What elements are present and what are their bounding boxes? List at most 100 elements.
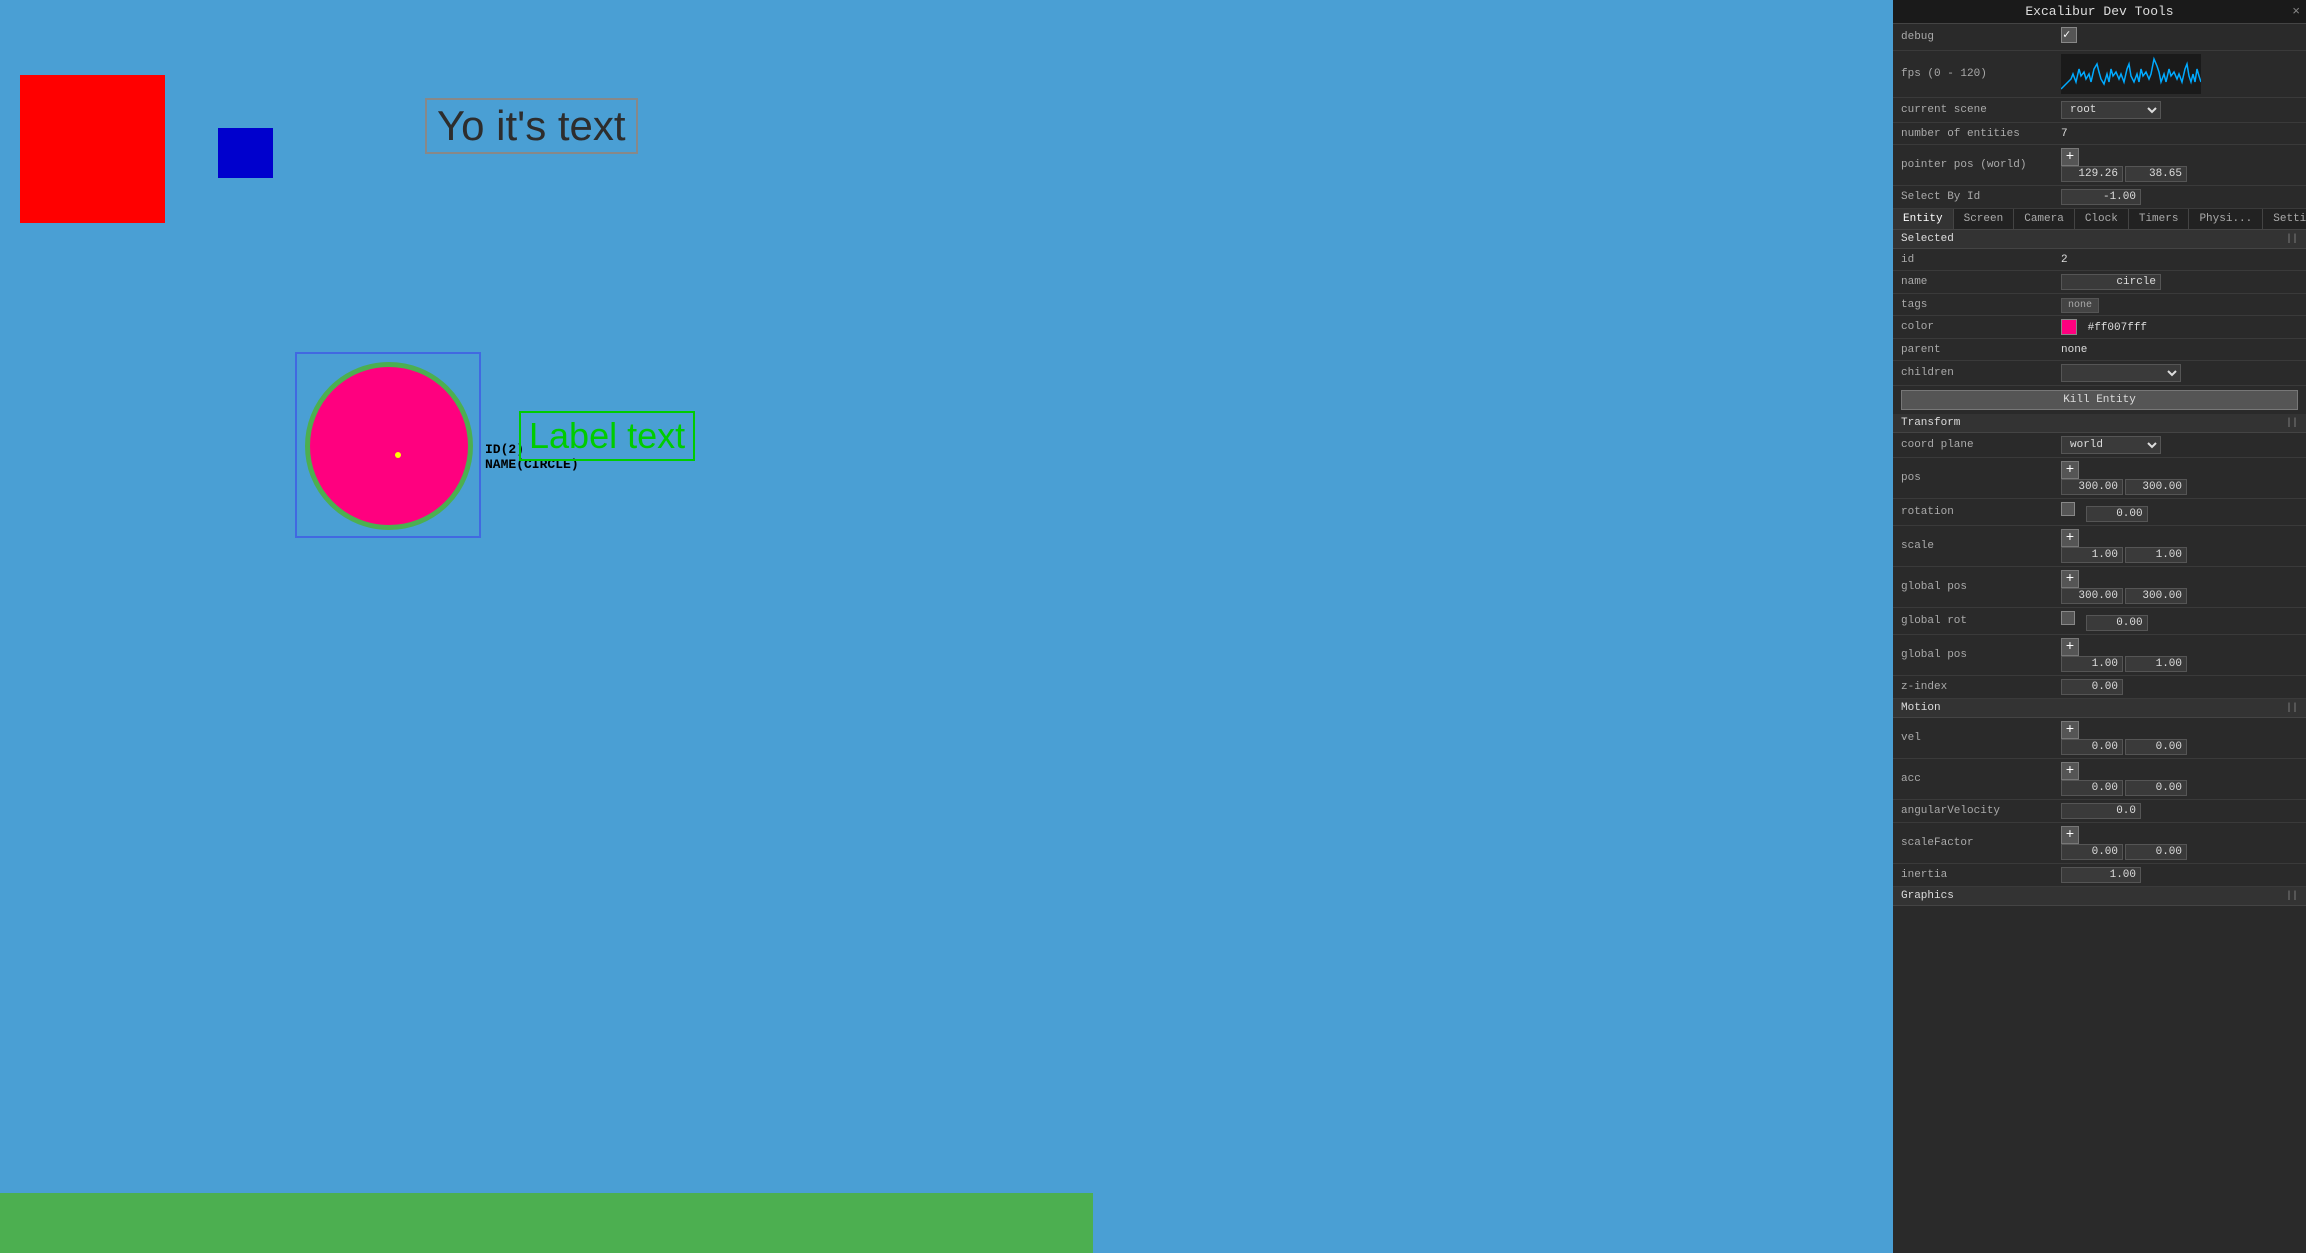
global-rot-square-icon — [2061, 611, 2075, 625]
z-index-field[interactable] — [2061, 679, 2123, 695]
num-entities-label: number of entities — [1901, 128, 2061, 140]
pos-label: pos — [1901, 472, 2061, 484]
debug-check-icon[interactable] — [2061, 27, 2077, 43]
coord-plane-dropdown[interactable]: world — [2061, 436, 2161, 454]
scale-y-field[interactable] — [2125, 547, 2187, 563]
children-dropdown[interactable] — [2061, 364, 2181, 382]
acc-y-field[interactable] — [2125, 780, 2187, 796]
coord-plane-row: coord plane world — [1893, 433, 2306, 458]
motion-collapse-icon[interactable]: || — [2286, 703, 2298, 714]
debug-checkbox[interactable] — [2061, 27, 2298, 47]
z-index-label: z-index — [1901, 681, 2061, 693]
scale-factor-plus-icon[interactable]: + — [2061, 826, 2079, 844]
tab-timers[interactable]: Timers — [2129, 209, 2190, 229]
transform-section-header: Transform || — [1893, 414, 2306, 433]
global-pos-y-field[interactable] — [2125, 588, 2187, 604]
current-scene-dropdown[interactable]: root — [2061, 101, 2161, 119]
coord-plane-label: coord plane — [1901, 439, 2061, 451]
tab-clock[interactable]: Clock — [2075, 209, 2129, 229]
inertia-field[interactable] — [2061, 867, 2141, 883]
scale-factor-y-field[interactable] — [2125, 844, 2187, 860]
label-text-entity: Label text — [519, 411, 695, 461]
current-scene-value: root — [2061, 101, 2298, 119]
scale-factor-values: + — [2061, 826, 2298, 860]
global-pos2-x-field[interactable] — [2061, 656, 2123, 672]
entity-parent-value: none — [2061, 344, 2298, 356]
tab-camera[interactable]: Camera — [2014, 209, 2075, 229]
entity-children-label: children — [1901, 367, 2061, 379]
kill-entity-button[interactable]: Kill Entity — [1901, 390, 2298, 410]
pointer-pos-x-field[interactable] — [2061, 166, 2123, 182]
entity-tags-label: tags — [1901, 299, 2061, 311]
circle-bounding-box[interactable]: ID(2) NAME(CIRCLE) — [295, 352, 481, 538]
fps-row: fps (0 - 120) — [1893, 51, 2306, 98]
entity-children-row: children — [1893, 361, 2306, 386]
inertia-row: inertia — [1893, 864, 2306, 887]
yo-text-label: Yo it's text — [425, 98, 638, 154]
global-pos2-row: global pos + — [1893, 635, 2306, 676]
inertia-label: inertia — [1901, 869, 2061, 881]
tab-screen[interactable]: Screen — [1954, 209, 2015, 229]
scale-plus-icon[interactable]: + — [2061, 529, 2079, 547]
debug-label: debug — [1901, 31, 2061, 43]
acc-plus-icon[interactable]: + — [2061, 762, 2079, 780]
scale-label: scale — [1901, 540, 2061, 552]
pos-x-field[interactable] — [2061, 479, 2123, 495]
color-swatch-icon[interactable] — [2061, 319, 2077, 335]
vel-row: vel + — [1893, 718, 2306, 759]
pointer-pos-label: pointer pos (world) — [1901, 159, 2061, 171]
acc-row: acc + — [1893, 759, 2306, 800]
selected-section-title: Selected — [1901, 233, 1954, 245]
graphics-collapse-icon[interactable]: || — [2286, 891, 2298, 902]
pos-plus-icon[interactable]: + — [2061, 461, 2079, 479]
scale-x-field[interactable] — [2061, 547, 2123, 563]
tab-entity[interactable]: Entity — [1893, 209, 1954, 229]
motion-section-title: Motion — [1901, 702, 1941, 714]
num-entities-row: number of entities 7 — [1893, 123, 2306, 145]
pointer-pos-plus-icon[interactable]: + — [2061, 148, 2079, 166]
vel-x-field[interactable] — [2061, 739, 2123, 755]
transform-collapse-icon[interactable]: || — [2286, 418, 2298, 429]
global-rot-value — [2061, 611, 2298, 631]
entity-name-field[interactable] — [2061, 274, 2161, 290]
current-scene-row: current scene root — [1893, 98, 2306, 123]
global-rot-field[interactable] — [2086, 615, 2148, 631]
game-canvas: Yo it's text ID(2) NAME(CIRCLE) Label te… — [0, 0, 1093, 1253]
close-icon[interactable]: × — [2292, 4, 2300, 19]
scale-factor-x-field[interactable] — [2061, 844, 2123, 860]
rotation-field[interactable] — [2086, 506, 2148, 522]
entity-color-value: #ff007fff — [2061, 319, 2298, 335]
z-index-value — [2061, 679, 2298, 695]
selected-collapse-icon[interactable]: || — [2286, 234, 2298, 245]
pointer-pos-y-field[interactable] — [2125, 166, 2187, 182]
global-pos2-y-field[interactable] — [2125, 656, 2187, 672]
pos-row: pos + — [1893, 458, 2306, 499]
inertia-value — [2061, 867, 2298, 883]
scale-factor-label: scaleFactor — [1901, 837, 2061, 849]
vel-y-field[interactable] — [2125, 739, 2187, 755]
selected-section-header: Selected || — [1893, 230, 2306, 249]
circle-origin-dot — [395, 452, 401, 458]
num-entities-value: 7 — [2061, 128, 2298, 140]
pos-values: + — [2061, 461, 2298, 495]
fps-graph-svg — [2061, 54, 2201, 94]
vel-plus-icon[interactable]: + — [2061, 721, 2079, 739]
tab-settings[interactable]: Setti... — [2263, 209, 2306, 229]
entity-tags-value: none — [2061, 299, 2298, 311]
acc-values: + — [2061, 762, 2298, 796]
pos-y-field[interactable] — [2125, 479, 2187, 495]
acc-x-field[interactable] — [2061, 780, 2123, 796]
global-pos2-label: global pos — [1901, 649, 2061, 661]
select-by-id-field[interactable] — [2061, 189, 2141, 205]
entity-tags-row: tags none — [1893, 294, 2306, 316]
global-pos-x-field[interactable] — [2061, 588, 2123, 604]
global-pos2-plus-icon[interactable]: + — [2061, 638, 2079, 656]
tab-physics[interactable]: Physi... — [2189, 209, 2263, 229]
vel-label: vel — [1901, 732, 2061, 744]
entity-name-value — [2061, 274, 2298, 290]
dev-tools-title: Excalibur Dev Tools — [2025, 4, 2173, 19]
angular-velocity-row: angularVelocity — [1893, 800, 2306, 823]
entity-tabs: Entity Screen Camera Clock Timers Physi.… — [1893, 209, 2306, 230]
global-pos-plus-icon[interactable]: + — [2061, 570, 2079, 588]
angular-velocity-field[interactable] — [2061, 803, 2141, 819]
